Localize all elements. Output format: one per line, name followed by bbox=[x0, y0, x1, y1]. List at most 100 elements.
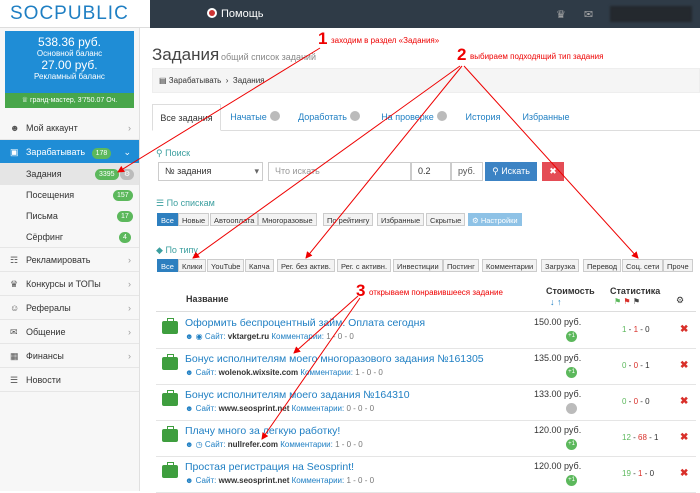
sidebar-sub-letters[interactable]: Письма 17 bbox=[0, 206, 139, 227]
sidebar-item-contests[interactable]: ♛ Конкурсы и ТОПы › bbox=[0, 272, 139, 296]
type-filter-upload[interactable]: Загрузка bbox=[541, 259, 580, 272]
sidebar-item-label: Финансы bbox=[26, 351, 64, 361]
task-meta: ☻ Сайт: www.seosprint.net Комментарии: 1… bbox=[185, 476, 374, 485]
hide-task-icon[interactable]: ✖ bbox=[680, 324, 688, 335]
letters-count-badge: 17 bbox=[117, 211, 133, 222]
clear-button[interactable]: ✖ bbox=[542, 162, 564, 181]
sort-arrows-icon[interactable]: ↓ ↑ bbox=[550, 297, 562, 307]
flags-icon: ⚑ ⚑ ⚑ bbox=[614, 297, 640, 306]
sidebar-item-news[interactable]: ☰ Новости bbox=[0, 368, 139, 392]
table-row[interactable]: Плачу много за легкую работку! ☻ ◷ Сайт:… bbox=[156, 421, 696, 457]
briefcase-icon bbox=[162, 318, 178, 334]
sidebar-sub-visits[interactable]: Посещения 157 bbox=[0, 185, 139, 206]
task-stats: 12 - 68 - 1 bbox=[622, 433, 659, 442]
type-filter-all[interactable]: Все bbox=[157, 259, 178, 272]
list-filter-autopay[interactable]: Автооплата bbox=[210, 213, 259, 226]
unit-label: руб. bbox=[451, 162, 483, 181]
search-input[interactable]: Что искать bbox=[268, 162, 411, 181]
sidebar-item-referrals[interactable]: ☺ Рефералы › bbox=[0, 296, 139, 320]
page-title: Задания bbox=[152, 45, 220, 64]
annotation-text-3: открываем понравившееся задание bbox=[369, 288, 503, 297]
type-filter-youtube[interactable]: YouTube bbox=[207, 259, 245, 272]
site-logo[interactable]: SOCPUBLIC bbox=[0, 0, 150, 28]
search-label: Поиск bbox=[165, 148, 191, 158]
count-dot bbox=[269, 111, 280, 121]
type-filter-translation[interactable]: Перевод bbox=[583, 259, 622, 272]
list-filter-all[interactable]: Все bbox=[157, 213, 178, 226]
gears-icon[interactable]: ⚙ bbox=[676, 295, 684, 306]
task-title[interactable]: Оформить беспроцентный займ. Оплата сего… bbox=[185, 317, 425, 329]
search-button[interactable]: ⚲ Искать bbox=[485, 162, 537, 181]
tab-started[interactable]: Начатые bbox=[224, 104, 286, 131]
tab-all[interactable]: Все задания bbox=[152, 104, 221, 131]
task-title[interactable]: Простая регистрация на Seosprint! bbox=[185, 461, 354, 473]
type-filter-invest[interactable]: Инвестиции bbox=[393, 259, 443, 272]
tab-review[interactable]: На проверке bbox=[374, 104, 454, 131]
settings-icon[interactable]: ⚙ bbox=[120, 169, 135, 180]
chat-icon[interactable]: ✉ bbox=[584, 9, 593, 21]
gears-icon: ⚙ bbox=[472, 216, 479, 225]
bell-icon[interactable]: ♛ bbox=[556, 9, 566, 21]
type-filter-captcha[interactable]: Капча bbox=[245, 259, 274, 272]
stat-other: 0 bbox=[645, 325, 650, 334]
stat-fail: 0 bbox=[633, 397, 639, 406]
chart-icon: ▤ bbox=[159, 76, 167, 85]
help-link[interactable]: Помощь bbox=[207, 8, 264, 20]
task-title[interactable]: Бонус исполнителям моего задания №164310 bbox=[185, 389, 410, 401]
hide-task-icon[interactable]: ✖ bbox=[680, 360, 688, 371]
type-filter-other[interactable]: Проче bbox=[663, 259, 693, 272]
sidebar-item-account[interactable]: ☻ Мой аккаунт › bbox=[0, 116, 139, 140]
list-settings-button[interactable]: ⚙ Настройки bbox=[468, 213, 522, 226]
list-filter-hidden[interactable]: Скрытые bbox=[426, 213, 466, 226]
comments-prefix: Комментарии: bbox=[291, 476, 345, 485]
stat-ok: 19 bbox=[622, 469, 631, 478]
stat-other: 1 bbox=[654, 433, 659, 442]
type-filter-clicks[interactable]: Клики bbox=[178, 259, 207, 272]
table-row[interactable]: Бонус исполнителям моего задания №164310… bbox=[156, 385, 696, 421]
list-filter-favorites[interactable]: Избранные bbox=[377, 213, 425, 226]
table-row[interactable]: Оформить беспроцентный займ. Оплата сего… bbox=[156, 313, 696, 349]
sidebar-item-earn[interactable]: ▣ Зарабатывать 178 ⌄ bbox=[0, 140, 139, 164]
search-button-label: Искать bbox=[501, 166, 530, 176]
sidebar-item-advertise[interactable]: ☶ Рекламировать › bbox=[0, 248, 139, 272]
breadcrumb-earn[interactable]: Зарабатывать bbox=[169, 76, 222, 85]
tab-history[interactable]: История bbox=[454, 104, 512, 131]
annotation-number-2: 2 bbox=[457, 45, 467, 64]
status-bar[interactable]: ♕ гранд-мастер, 3'750.07 Оч. bbox=[5, 93, 134, 108]
sidebar-item-finance[interactable]: ▦ Финансы › bbox=[0, 344, 139, 368]
col-name[interactable]: Название bbox=[186, 294, 228, 304]
sidebar-item-label: Рефералы bbox=[26, 303, 71, 313]
type-filter-reg-no-activity[interactable]: Рег. без актив. bbox=[277, 259, 335, 272]
list-filter-new[interactable]: Новые bbox=[178, 213, 210, 226]
table-row[interactable]: Простая регистрация на Seosprint! ☻ Сайт… bbox=[156, 457, 696, 493]
ad-balance: 27.00 руб. bbox=[41, 58, 98, 72]
user-menu[interactable] bbox=[610, 6, 692, 22]
briefcase-icon: ▣ bbox=[10, 147, 19, 157]
tab-bar: Все задания Начатые Доработать На провер… bbox=[152, 104, 700, 131]
hide-task-icon[interactable]: ✖ bbox=[680, 468, 688, 479]
type-filter-social[interactable]: Соц. сети bbox=[622, 259, 664, 272]
hide-task-icon[interactable]: ✖ bbox=[680, 432, 688, 443]
table-row[interactable]: Бонус исполнителям моего многоразового з… bbox=[156, 349, 696, 385]
settings-label: Настройки bbox=[480, 216, 518, 225]
search-field-select[interactable]: № задания ▾ bbox=[158, 162, 263, 181]
type-filter-reg-activity[interactable]: Рег. с активн. bbox=[337, 259, 392, 272]
list-filter-reusable[interactable]: Многоразовые bbox=[258, 213, 317, 226]
type-filter-comments[interactable]: Комментарии bbox=[482, 259, 538, 272]
list-filter-rating[interactable]: По рейтингу bbox=[323, 213, 374, 226]
sidebar-sub-surfing[interactable]: Сёрфинг 4 bbox=[0, 227, 139, 248]
hide-task-icon[interactable]: ✖ bbox=[680, 396, 688, 407]
users-icon: ☺ bbox=[10, 303, 20, 313]
tab-favorites[interactable]: Избранные bbox=[514, 104, 578, 131]
caret-down-icon: ▾ bbox=[254, 166, 259, 176]
sub-label: Задания bbox=[26, 169, 62, 179]
sidebar-item-chat[interactable]: ✉ Общение › bbox=[0, 320, 139, 344]
type-filter-posting[interactable]: Постинг bbox=[443, 259, 479, 272]
sidebar-sub-tasks[interactable]: Задания 3395 ⚙ bbox=[0, 164, 139, 185]
amount-input[interactable]: 0.2 bbox=[411, 162, 451, 181]
task-price: 150.00 руб. bbox=[534, 317, 582, 327]
tab-rework[interactable]: Доработать bbox=[292, 104, 366, 131]
task-title[interactable]: Плачу много за легкую работку! bbox=[185, 425, 340, 437]
comments-value: 1 - 0 - 0 bbox=[335, 440, 363, 449]
task-title[interactable]: Бонус исполнителям моего многоразового з… bbox=[185, 353, 484, 365]
